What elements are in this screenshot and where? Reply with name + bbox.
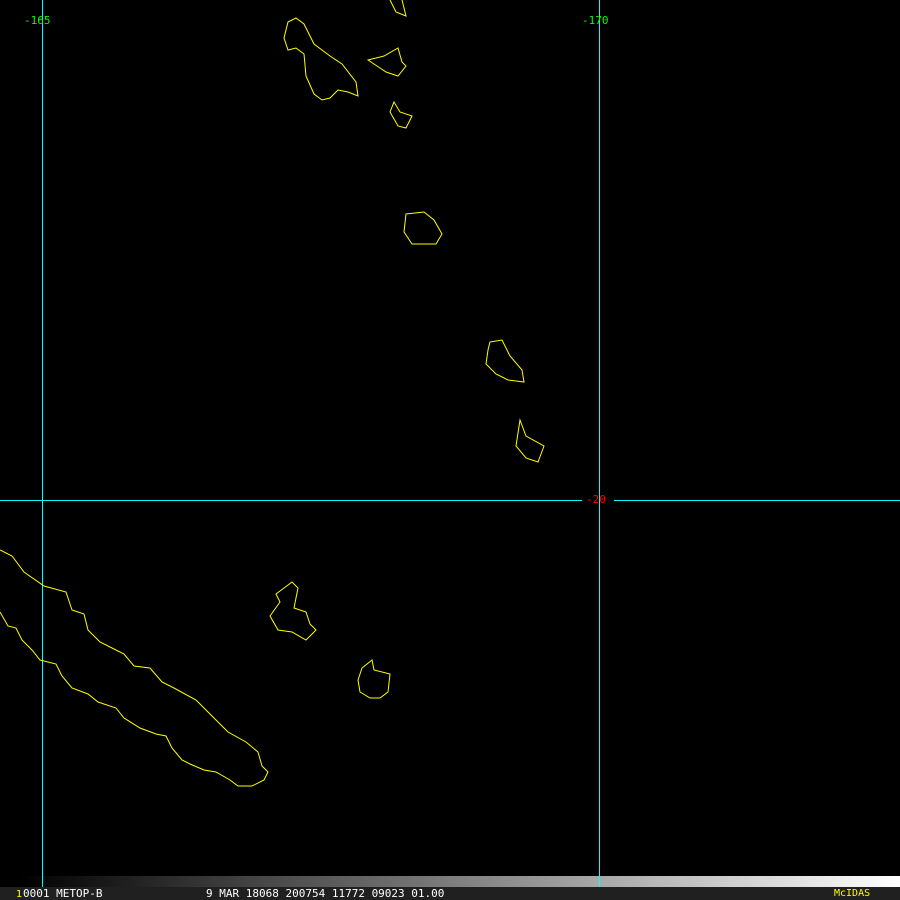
island (515, 418, 545, 463)
color-scale-bar (0, 876, 900, 887)
latitude-label: -20 (586, 493, 606, 506)
island (283, 17, 359, 101)
mcidas-brand: McIDAS (834, 888, 871, 899)
coastline (389, 0, 407, 17)
longitude-label: -170 (582, 14, 609, 27)
status-bar: 1 0001 METOP-B 9 MAR 18068 200754 11772 … (0, 887, 900, 900)
satellite-image-frame: -165 -170 -20 1 0001 METOP-B 9 MAR 18068… (0, 0, 900, 900)
island (389, 100, 413, 129)
island (269, 581, 317, 641)
frame-number: 1 (16, 889, 23, 900)
image-info: 9 MAR 18068 200754 11772 09023 01.00 (206, 887, 445, 900)
longitude-line-170-tick (599, 876, 600, 887)
island (403, 211, 443, 245)
product-label: 0001 METOP-B (23, 887, 103, 900)
map-canvas (0, 0, 900, 876)
longitude-label: -165 (24, 14, 51, 27)
island (366, 47, 407, 77)
island (485, 339, 525, 383)
longitude-line-165-tick (42, 876, 43, 887)
coastline (0, 549, 269, 787)
island (357, 659, 391, 699)
